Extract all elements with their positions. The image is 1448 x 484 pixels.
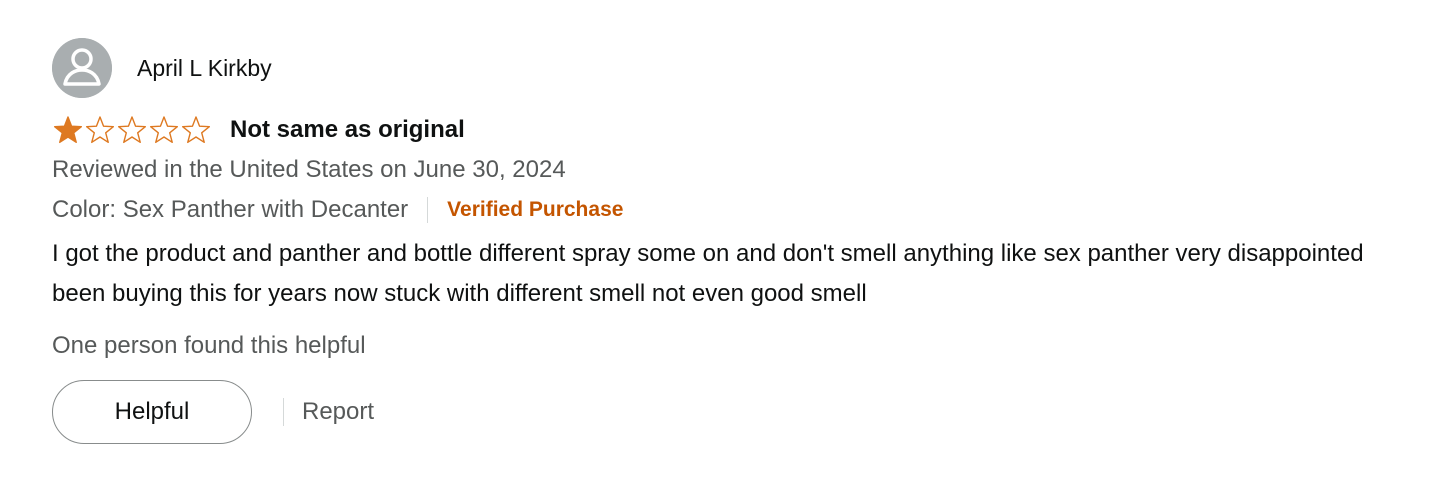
verified-purchase-badge: Verified Purchase — [447, 198, 624, 221]
report-link[interactable]: Report — [302, 398, 374, 426]
action-divider — [283, 398, 284, 426]
star-filled-icon — [53, 116, 83, 144]
review-body: I got the product and panther and bottle… — [52, 240, 1364, 307]
meta-divider — [427, 197, 429, 223]
customer-review: April L Kirkby Not same as original Revi… — [52, 38, 1422, 444]
star-empty-icon — [85, 116, 115, 144]
review-title-row: Not same as original — [52, 115, 1422, 145]
reviewer-profile[interactable]: April L Kirkby — [52, 38, 1422, 98]
helpful-button[interactable]: Helpful — [52, 380, 252, 444]
star-rating[interactable] — [52, 115, 212, 145]
review-date: Reviewed in the United States on June 30… — [52, 156, 566, 183]
helpful-count: One person found this helpful — [52, 332, 366, 359]
default-user-avatar-icon — [52, 38, 112, 98]
avatar[interactable] — [52, 38, 112, 98]
star-empty-icon — [117, 116, 147, 144]
reviewer-name[interactable]: April L Kirkby — [137, 55, 272, 82]
review-title[interactable]: Not same as original — [230, 116, 465, 144]
star-empty-icon — [149, 116, 179, 144]
review-meta: Color: Sex Panther with Decanter Verifie… — [52, 194, 1422, 226]
product-variant[interactable]: Color: Sex Panther with Decanter — [52, 196, 408, 224]
star-empty-icon — [181, 116, 211, 144]
review-actions: Helpful Report — [52, 380, 1422, 444]
